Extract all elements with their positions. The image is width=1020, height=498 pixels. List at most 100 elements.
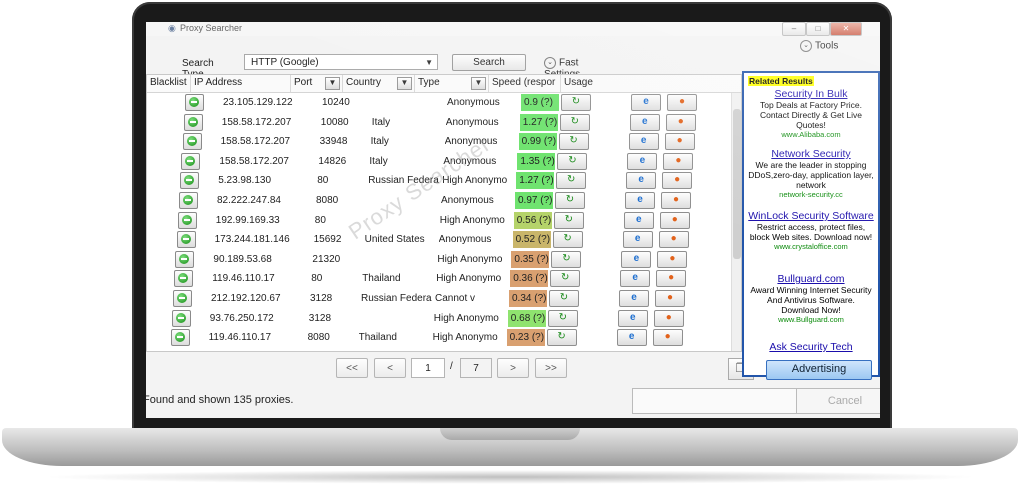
blacklist-button[interactable] <box>179 192 198 209</box>
recheck-button[interactable]: ↻ <box>556 172 587 190</box>
firefox-browser-icon[interactable]: ● <box>662 172 693 190</box>
search-button[interactable]: Search <box>452 54 526 71</box>
scrollbar-thumb[interactable] <box>733 109 741 259</box>
ie-browser-icon[interactable]: e <box>629 113 660 131</box>
column-header-port[interactable]: Port ▼ <box>291 75 343 92</box>
column-header-blacklist[interactable]: Blacklist <box>147 75 191 92</box>
table-row[interactable]: 158.58.172.207 33948 Italy Anonymous 0.99 (?… <box>147 132 741 151</box>
ie-browser-icon[interactable]: e <box>628 133 659 151</box>
filter-icon[interactable]: ▼ <box>471 77 486 90</box>
ad-url[interactable]: www.crystaloffice.com <box>748 242 874 252</box>
ad-url[interactable]: www.Alibaba.com <box>748 130 874 140</box>
ie-browser-icon[interactable]: e <box>627 152 658 170</box>
recheck-button[interactable]: ↻ <box>559 113 590 131</box>
column-header-speed[interactable]: Speed (respor <box>489 75 561 92</box>
ie-browser-icon[interactable]: e <box>625 192 655 209</box>
blacklist-button[interactable] <box>182 133 202 151</box>
recheck-button[interactable]: ↻ <box>553 211 584 229</box>
recheck-button[interactable]: ↻ <box>549 290 579 307</box>
firefox-browser-icon[interactable]: ● <box>667 94 697 111</box>
ad-headline[interactable]: Network Security <box>748 148 874 160</box>
ie-browser-icon[interactable]: e <box>621 250 652 268</box>
ie-browser-icon[interactable]: e <box>626 172 657 190</box>
ie-browser-icon[interactable]: e <box>620 270 651 288</box>
firefox-browser-icon[interactable]: ● <box>659 211 690 229</box>
table-row[interactable]: 119.46.110.17 8080 Thailand High Anonymo 0.2… <box>147 328 741 347</box>
blacklist-button[interactable] <box>171 309 191 327</box>
firefox-browser-icon[interactable]: ● <box>664 133 695 151</box>
ad-headline[interactable]: Security In Bulk <box>748 88 874 100</box>
blacklist-button[interactable] <box>174 270 194 288</box>
ad-headline[interactable]: WinLock Security Software <box>748 210 874 222</box>
ad-item[interactable]: Ask Security Tech <box>748 341 874 353</box>
firefox-browser-icon[interactable]: ● <box>653 309 684 327</box>
cancel-button[interactable]: Cancel <box>796 388 880 414</box>
blacklist-button[interactable] <box>183 113 203 131</box>
firefox-browser-icon[interactable]: ● <box>665 113 696 131</box>
advertising-button[interactable]: Advertising <box>766 360 872 380</box>
recheck-button[interactable]: ↻ <box>558 133 589 151</box>
recheck-button[interactable]: ↻ <box>546 329 577 347</box>
prev-page-button[interactable]: < <box>374 358 406 378</box>
table-row[interactable]: 158.58.172.207 14826 Italy Anonymous 1.35 (?… <box>147 152 741 171</box>
search-type-select[interactable]: HTTP (Google) ▼ <box>244 54 438 70</box>
table-row[interactable]: 212.192.120.67 3128 Russian Federa Cannot v… <box>147 289 741 308</box>
blacklist-button[interactable] <box>177 211 197 229</box>
firefox-browser-icon[interactable]: ● <box>652 329 683 347</box>
table-row[interactable]: 192.99.169.33 80 High Anonymo 0.56 (?) ↻ e ● <box>147 211 741 230</box>
firefox-browser-icon[interactable]: ● <box>656 270 687 288</box>
recheck-button[interactable]: ↻ <box>550 270 581 288</box>
close-button[interactable]: ✕ <box>830 22 862 36</box>
recheck-button[interactable]: ↻ <box>555 192 585 209</box>
table-row[interactable]: 173.244.181.146 15692 United States Anonymo… <box>147 230 741 249</box>
recheck-button[interactable]: ↻ <box>552 231 583 249</box>
blacklist-button[interactable] <box>176 231 196 249</box>
filter-icon[interactable]: ▼ <box>325 77 340 90</box>
table-row[interactable]: 23.105.129.122 10240 Anonymous 0.9 (?) ↻ e ● <box>147 93 741 112</box>
blacklist-button[interactable] <box>175 250 195 268</box>
blacklist-button[interactable] <box>185 94 204 111</box>
ie-browser-icon[interactable]: e <box>623 211 654 229</box>
column-header-ip-address[interactable]: IP Address <box>191 75 291 92</box>
blacklist-button[interactable] <box>180 172 200 190</box>
ad-item[interactable]: Bullguard.com Award Winning Internet Sec… <box>748 273 874 325</box>
column-header-type[interactable]: Type ▼ <box>415 75 489 92</box>
firefox-browser-icon[interactable]: ● <box>658 231 689 249</box>
ad-item[interactable]: Network Security We are the leader in st… <box>748 148 874 200</box>
firefox-browser-icon[interactable]: ● <box>663 152 694 170</box>
vertical-scrollbar[interactable] <box>731 93 741 351</box>
blacklist-button[interactable] <box>170 329 190 347</box>
ad-headline[interactable]: Bullguard.com <box>748 273 874 285</box>
table-row[interactable]: 90.189.53.68 21320 High Anonymo 0.35 (?) ↻ e ● <box>147 250 741 269</box>
table-row[interactable]: 158.58.172.207 10080 Italy Anonymous 1.27 (?… <box>147 113 741 132</box>
table-row[interactable]: 5.23.98.130 80 Russian Federa High Anonymo 1… <box>147 171 741 190</box>
ad-url[interactable]: www.Bullguard.com <box>748 315 874 325</box>
maximize-button[interactable]: □ <box>806 22 830 36</box>
next-page-button[interactable]: > <box>497 358 529 378</box>
blacklist-button[interactable] <box>181 152 201 170</box>
firefox-browser-icon[interactable]: ● <box>655 290 685 307</box>
ad-url[interactable]: network-security.cc <box>748 190 874 200</box>
ad-headline[interactable]: Ask Security Tech <box>748 341 874 353</box>
column-header-country[interactable]: Country ▼ <box>343 75 415 92</box>
first-page-button[interactable]: << <box>336 358 368 378</box>
recheck-button[interactable]: ↻ <box>551 250 582 268</box>
blacklist-button[interactable] <box>173 290 192 307</box>
ad-item[interactable]: WinLock Security Software Restrict acces… <box>748 210 874 252</box>
ie-browser-icon[interactable]: e <box>622 231 653 249</box>
table-row[interactable]: 119.46.110.17 80 Thailand High Anonymo 0.36 … <box>147 269 741 288</box>
last-page-button[interactable]: >> <box>535 358 567 378</box>
recheck-button[interactable]: ↻ <box>561 94 591 111</box>
firefox-browser-icon[interactable]: ● <box>661 192 691 209</box>
ad-item[interactable]: Security In Bulk Top Deals at Factory Pr… <box>748 88 874 140</box>
ie-browser-icon[interactable]: e <box>616 329 647 347</box>
ie-browser-icon[interactable]: e <box>631 94 661 111</box>
table-row[interactable]: 82.222.247.84 8080 Anonymous 0.97 (?) ↻ e ● <box>147 191 741 210</box>
recheck-button[interactable]: ↻ <box>547 309 578 327</box>
recheck-button[interactable]: ↻ <box>557 152 588 170</box>
table-row[interactable]: 93.76.250.172 3128 High Anonymo 0.68 (?) ↻ e ● <box>147 309 741 328</box>
filter-icon[interactable]: ▼ <box>397 77 412 90</box>
minimize-button[interactable]: – <box>782 22 806 36</box>
column-header-usage[interactable]: Usage <box>561 75 731 92</box>
ie-browser-icon[interactable]: e <box>619 290 649 307</box>
